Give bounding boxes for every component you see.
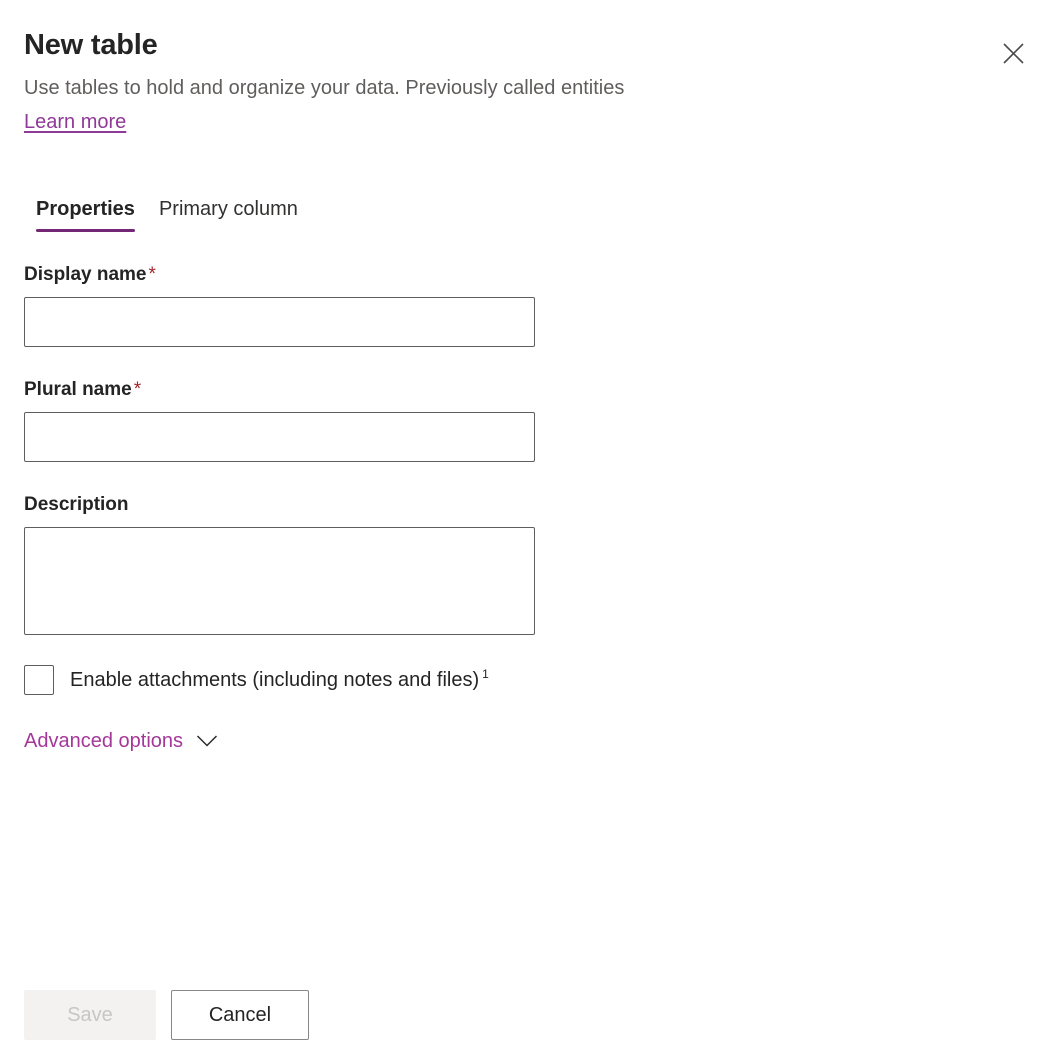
description-label: Description <box>24 492 624 518</box>
page-title: New table <box>24 26 1026 64</box>
plural-name-field: Plural name* <box>24 377 624 462</box>
properties-form: Display name* Plural name* Description E… <box>24 262 624 754</box>
display-name-field: Display name* <box>24 262 624 347</box>
panel-subtitle: Use tables to hold and organize your dat… <box>24 74 1026 102</box>
plural-name-label: Plural name* <box>24 377 624 403</box>
display-name-label: Display name* <box>24 262 624 288</box>
tab-properties[interactable]: Properties <box>24 196 147 232</box>
learn-more-link[interactable]: Learn more <box>24 108 126 136</box>
close-button[interactable] <box>992 32 1034 74</box>
description-textarea[interactable] <box>24 527 535 635</box>
close-icon <box>1001 41 1026 66</box>
tab-list: Properties Primary column <box>24 196 310 232</box>
new-table-panel: New table Use tables to hold and organiz… <box>0 0 1050 1047</box>
display-name-input[interactable] <box>24 297 535 347</box>
plural-name-input[interactable] <box>24 412 535 462</box>
display-name-required-indicator: * <box>147 264 156 285</box>
enable-attachments-checkbox[interactable] <box>24 665 54 695</box>
panel-header: New table Use tables to hold and organiz… <box>0 0 1050 136</box>
cancel-button[interactable]: Cancel <box>171 990 309 1040</box>
enable-attachments-label-text: Enable attachments (including notes and … <box>70 669 479 691</box>
plural-name-required-indicator: * <box>132 379 141 400</box>
spacer <box>24 462 624 492</box>
panel-footer: Save Cancel <box>24 990 309 1040</box>
footnote-marker: 1 <box>482 667 489 681</box>
chevron-down-icon <box>196 734 218 748</box>
advanced-options-label: Advanced options <box>24 728 183 754</box>
plural-name-label-text: Plural name <box>24 379 132 400</box>
save-button[interactable]: Save <box>24 990 156 1040</box>
tab-primary-column[interactable]: Primary column <box>147 196 310 232</box>
enable-attachments-label: Enable attachments (including notes and … <box>70 667 489 693</box>
advanced-options-toggle[interactable]: Advanced options <box>24 728 218 754</box>
description-field: Description <box>24 492 624 635</box>
enable-attachments-row[interactable]: Enable attachments (including notes and … <box>24 665 624 695</box>
display-name-label-text: Display name <box>24 264 147 285</box>
spacer <box>24 347 624 377</box>
